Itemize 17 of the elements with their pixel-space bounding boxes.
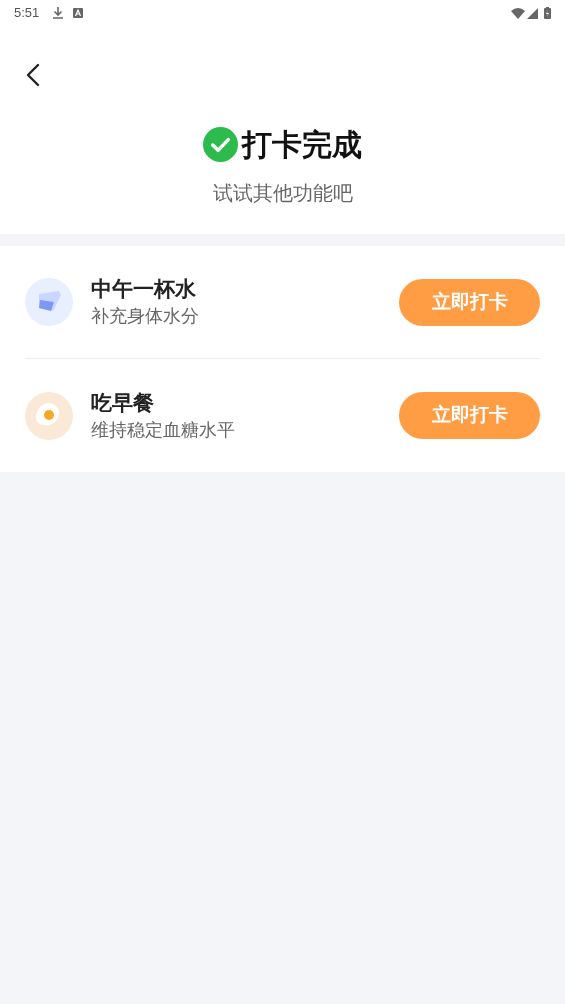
status-time: 5:51 [14,4,40,23]
page-title: 打卡完成 [242,126,362,163]
water-glass-icon [25,278,73,326]
check-in-button[interactable]: 立即打卡 [399,278,540,326]
signal-icon [527,7,538,19]
wifi-icon [511,7,525,19]
check-icon [203,126,238,162]
app-icon [73,8,84,18]
task-title: 中午一杯水 [91,276,197,302]
task-subtitle: 维持稳定血糖水平 [91,418,236,442]
battery-icon [544,7,551,19]
page-subtitle: 试试其他功能吧 [212,181,353,206]
task-title: 吃早餐 [91,389,155,416]
download-icon [53,7,64,19]
check-in-button[interactable]: 立即打卡 [399,392,540,439]
task-subtitle: 补充身体水分 [91,305,200,328]
fried-egg-icon [25,391,73,440]
